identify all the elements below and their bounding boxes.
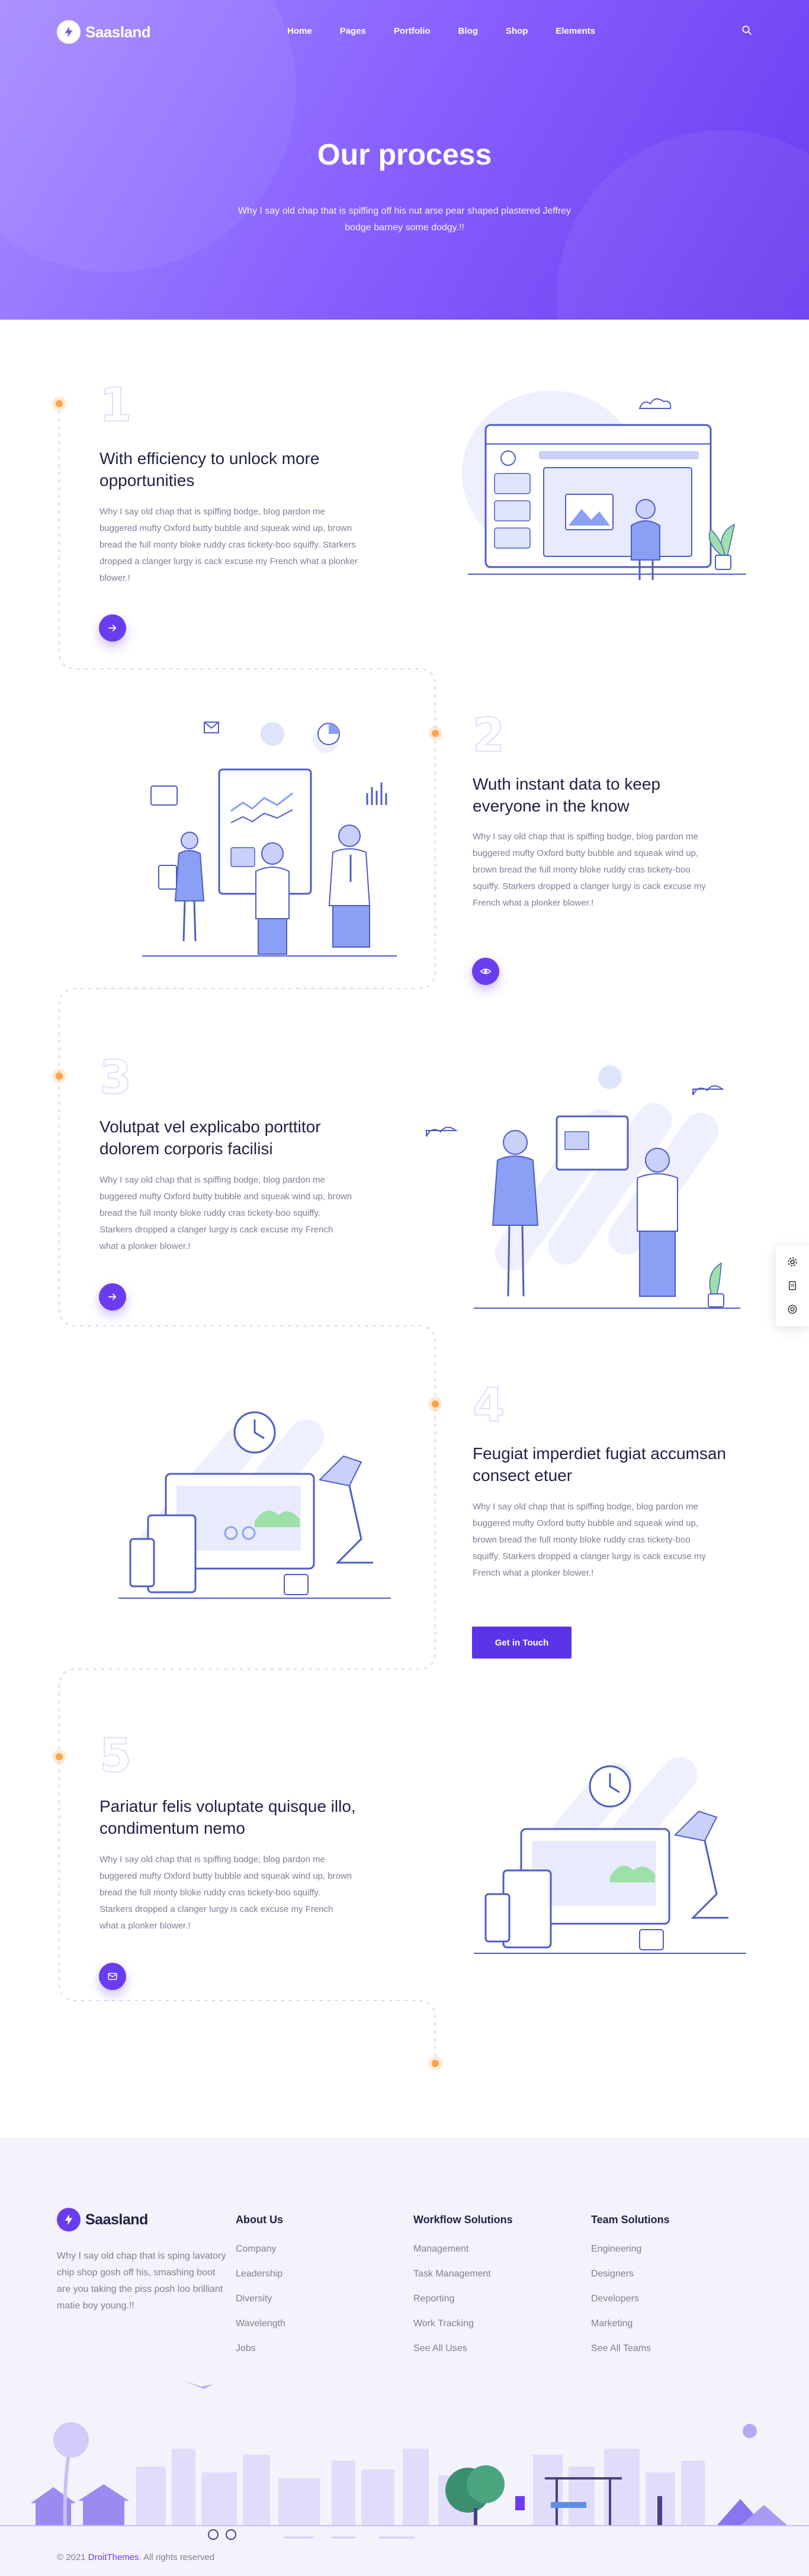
eye-icon <box>480 968 492 974</box>
footer-brand-name: Saasland <box>85 2211 148 2228</box>
devices-illustration <box>474 1757 746 1954</box>
nav-shop[interactable]: Shop <box>506 26 528 36</box>
step-title: Feugiat imperdiet fugiat accumsan consec… <box>473 1444 726 1485</box>
timeline-dot <box>56 1753 63 1760</box>
brand-logo[interactable]: Saasland <box>57 20 151 44</box>
mail-icon <box>108 1973 117 1980</box>
top-navbar: Saasland Home Pages Portfolio Blog Shop … <box>0 19 809 45</box>
footer-link[interactable]: Designers <box>591 2269 670 2282</box>
document-icon[interactable] <box>787 1280 798 1291</box>
step-next-button[interactable] <box>99 1283 126 1310</box>
browser-illustration <box>462 391 746 580</box>
site-footer: Saasland Why I say old chap that is spin… <box>0 2138 809 2576</box>
nav-elements[interactable]: Elements <box>556 26 595 36</box>
nav-portfolio[interactable]: Portfolio <box>394 26 431 36</box>
footer-link[interactable]: Jobs <box>236 2343 285 2356</box>
footer-link[interactable]: Leadership <box>236 2269 285 2282</box>
data-team-illustration <box>142 722 397 957</box>
footer-column-title: About Us <box>236 2214 283 2226</box>
footer-link[interactable]: See All Uses <box>413 2343 513 2356</box>
step-title: Wuth instant data to keep everyone in th… <box>473 775 661 815</box>
footer-column-workflow: Workflow Solutions Management Task Manag… <box>413 2214 513 2368</box>
step-text: Why I say old chap that is spiffing bodg… <box>473 832 706 908</box>
nav-blog[interactable]: Blog <box>458 26 478 36</box>
step-number: 1 <box>99 378 132 433</box>
hero-banner: Saasland Home Pages Portfolio Blog Shop … <box>0 0 809 320</box>
step-number: 4 <box>472 1379 505 1433</box>
footer-column-about: About Us Company Leadership Diversity Wa… <box>236 2214 285 2368</box>
gear-icon[interactable] <box>787 1257 798 1267</box>
step-text: Why I say old chap that is spiffing bodg… <box>99 1175 352 1251</box>
footer-link[interactable]: Work Tracking <box>413 2319 513 2332</box>
footer-link[interactable]: Reporting <box>413 2294 513 2307</box>
timeline-dot <box>432 730 439 737</box>
step-number: 5 <box>99 1729 132 1783</box>
nav-home[interactable]: Home <box>287 26 312 36</box>
footer-link[interactable]: Diversity <box>236 2294 285 2307</box>
step-text: Why I say old chap that is spiffing bodg… <box>99 1854 352 1931</box>
copyright-suffix: . All rights reserved <box>139 2552 215 2562</box>
step-title: With efficiency to unlock more opportuni… <box>99 449 320 490</box>
step-contact-button[interactable] <box>99 1963 126 1990</box>
footer-link[interactable]: Company <box>236 2244 285 2257</box>
lifebuoy-icon[interactable] <box>787 1304 798 1315</box>
step-next-button[interactable] <box>99 614 126 642</box>
timeline-dot <box>432 1400 439 1408</box>
copyright-brand-link[interactable]: DroitThemes <box>88 2552 139 2562</box>
footer-link[interactable]: Developers <box>591 2294 670 2307</box>
brand-name: Saasland <box>85 22 151 41</box>
handshake-illustration <box>426 1065 740 1309</box>
timeline-dot <box>56 1073 63 1080</box>
side-toolbar <box>776 1246 809 1326</box>
footer-link[interactable]: Management <box>413 2244 513 2257</box>
copyright-text: © 2021 DroitThemes. All rights reserved <box>57 2552 214 2562</box>
step-view-button[interactable] <box>472 958 499 985</box>
arrow-right-icon <box>108 1293 117 1300</box>
devices-illustration <box>118 1411 391 1599</box>
page-subtitle: Why I say old chap that is spiffing off … <box>237 206 572 233</box>
bolt-logo-icon <box>57 20 81 44</box>
footer-column-title: Team Solutions <box>591 2214 670 2226</box>
step-text: Why I say old chap that is spiffing bodg… <box>99 507 358 583</box>
footer-brand-logo[interactable]: Saasland <box>57 2208 148 2232</box>
step-text: Why I say old chap that is spiffing bodg… <box>473 1502 706 1578</box>
footer-link[interactable]: Engineering <box>591 2244 670 2257</box>
nav-pages[interactable]: Pages <box>340 26 366 36</box>
step-number: 3 <box>99 1051 132 1105</box>
search-icon[interactable] <box>741 25 755 38</box>
step-title: Pariatur felis voluptate quisque illo, c… <box>99 1797 356 1837</box>
copyright-prefix: © 2021 <box>57 2552 86 2562</box>
footer-link[interactable]: Wavelength <box>236 2319 285 2332</box>
footer-link[interactable]: Task Management <box>413 2269 513 2282</box>
arrow-right-icon <box>108 624 117 632</box>
footer-column-team: Team Solutions Engineering Designers Dev… <box>591 2214 670 2368</box>
get-in-touch-button[interactable]: Get in Touch <box>472 1627 572 1659</box>
timeline-dot <box>56 400 63 407</box>
bolt-logo-icon <box>57 2208 81 2232</box>
city-skyline-illustration <box>0 2381 809 2540</box>
page-title: Our process <box>317 138 492 171</box>
footer-column-title: Workflow Solutions <box>413 2214 513 2226</box>
footer-link[interactable]: Marketing <box>591 2319 670 2332</box>
footer-link[interactable]: See All Teams <box>591 2343 670 2356</box>
step-number: 2 <box>472 709 505 763</box>
step-title: Volutpat vel explicabo porttitor dolorem… <box>99 1118 321 1158</box>
timeline-dot <box>432 2060 439 2067</box>
footer-about-text: Why I say old chap that is sping lavator… <box>57 2251 226 2311</box>
main-menu: Home Pages Portfolio Blog Shop Elements <box>287 26 623 36</box>
